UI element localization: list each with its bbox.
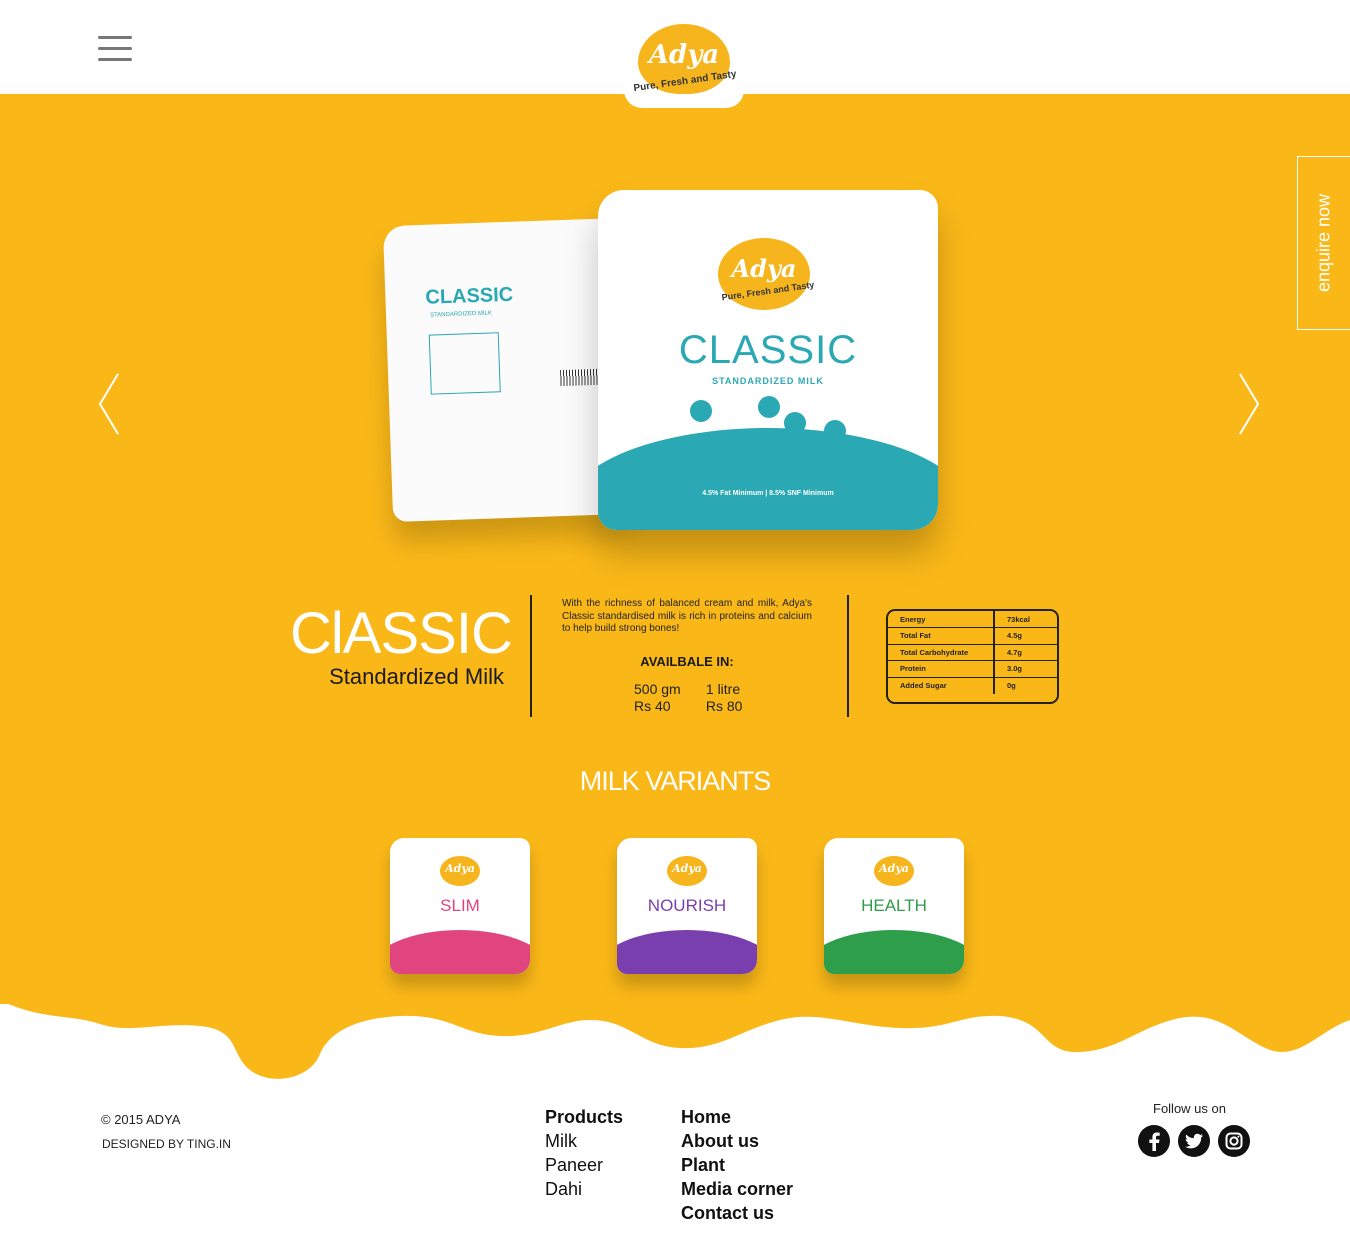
pack-subtitle: STANDARDIZED MILK [712,376,824,386]
size-label: 500 gm [634,681,681,697]
variant-hill-graphic [390,930,530,974]
milk-drip-edge [0,990,1350,1079]
table-row: Total Fat 4.5g [888,627,1057,645]
variant-name: HEALTH [861,896,927,915]
table-row: Total Carbohydrate 4.7g [888,644,1057,661]
milk-pack-front: Adya Pure, Fresh and Tasty CLASSIC STAND… [598,190,938,530]
available-heading: AVAILBALE IN: [640,654,734,669]
nutrient-value: 4.7g [994,644,1057,661]
variant-logo: Adya [672,862,702,875]
nutrient-name: Added Sugar [888,677,995,694]
instagram-icon[interactable] [1218,1125,1250,1157]
milk-pack-back: CLASSIC STANDARDIZED MILK [382,217,630,523]
size-label: 1 litre [705,681,741,697]
divider [847,595,849,717]
variant-card-nourish[interactable]: Adya NOURISH [617,838,757,974]
footer-link-paneer[interactable]: Paneer [545,1153,623,1177]
variant-card-slim[interactable]: Adya SLIM [390,838,530,974]
pack-logo-text: Adya [731,254,797,283]
site-header: Adya Pure, Fresh and Tasty [0,0,1350,108]
footer-nav-list: Home About us Plant Media corner Contact… [681,1105,793,1225]
tree-icon [784,412,806,434]
pack-info: 4.5% Fat Minimum | 8.5% SNF Minimum [702,490,834,497]
facebook-icon[interactable] [1138,1125,1170,1157]
pack-back-nutrition-box [428,332,501,395]
nutrient-value: 0g [1007,681,1016,690]
product-description: With the richness of balanced cream and … [562,598,812,634]
variant-hill-graphic [617,930,757,974]
chevron-left-icon[interactable] [98,372,122,436]
nutrient-value: 3.0g [994,660,1057,678]
pack-title: CLASSIC [678,328,858,372]
tree-icon [824,420,846,442]
footer-link-dahi[interactable]: Dahi [545,1177,623,1201]
footer-products-list: Products Milk Paneer Dahi [545,1105,623,1201]
follow-label: Follow us on [1153,1101,1226,1116]
pack-back-title: CLASSIC [425,283,514,309]
variants-heading: MILK VARIANTS [579,766,772,796]
footer-link-about[interactable]: About us [681,1129,793,1153]
footer-link-media[interactable]: Media corner [681,1177,793,1201]
nutrient-name: Protein [888,660,995,678]
nutrient-value: 4.5g [994,627,1057,645]
footer-link-contact[interactable]: Contact us [681,1201,793,1225]
footer-link-products[interactable]: Products [545,1105,623,1129]
enquire-now-button[interactable]: enquire now [1297,156,1350,330]
chevron-right-icon[interactable] [1236,372,1260,436]
variant-hill-graphic [824,930,964,974]
copyright: © 2015 ADYA [101,1112,181,1127]
nutrient-name: Total Fat [888,627,995,645]
hamburger-menu-icon[interactable] [98,36,132,64]
size-price: Rs 80 [705,698,743,714]
tree-icon [690,400,712,422]
size-option: 500 gm Rs 40 [634,681,702,715]
product-title: ClASSIC [290,601,513,666]
logo-text: Adya [648,40,720,70]
nutrient-name: Total Carbohydrate [888,644,995,661]
designed-by-link[interactable]: DESIGNED BY TING.IN [102,1137,231,1151]
available-sizes: 500 gm Rs 40 1 litre Rs 80 [634,681,814,715]
divider [530,595,532,717]
variant-name: SLIM [440,896,480,915]
nutrition-table: Energy 73kcal Total Fat 4.5g Total Carbohy… [886,609,1059,704]
footer-link-milk[interactable]: Milk [545,1129,623,1153]
table-row: Energy 73kcal [888,611,1057,628]
table-row: Protein 3.0g [888,660,1057,678]
nutrient-value: 73kcal [994,611,1057,628]
pack-hill-graphic [598,428,938,530]
footer-link-home[interactable]: Home [681,1105,793,1129]
tree-icon [758,396,780,418]
nutrient-name: Energy [888,611,995,628]
footer-link-plant[interactable]: Plant [681,1153,793,1177]
variant-logo: Adya [445,862,475,875]
variant-logo: Adya [879,862,909,875]
pack-back-subtitle: STANDARDIZED MILK [429,310,493,319]
brand-logo[interactable]: Adya Pure, Fresh and Tasty [618,20,746,108]
variant-name: NOURISH [647,896,727,915]
size-price: Rs 40 [634,698,671,714]
product-subtitle: Standardized Milk [329,664,504,689]
table-row: Added Sugar 0g [888,677,1057,694]
enquire-now-label: enquire now [1313,193,1334,293]
twitter-icon[interactable] [1178,1125,1210,1157]
variant-card-health[interactable]: Adya HEALTH [824,838,964,974]
size-option: 1 litre Rs 80 [706,681,774,715]
